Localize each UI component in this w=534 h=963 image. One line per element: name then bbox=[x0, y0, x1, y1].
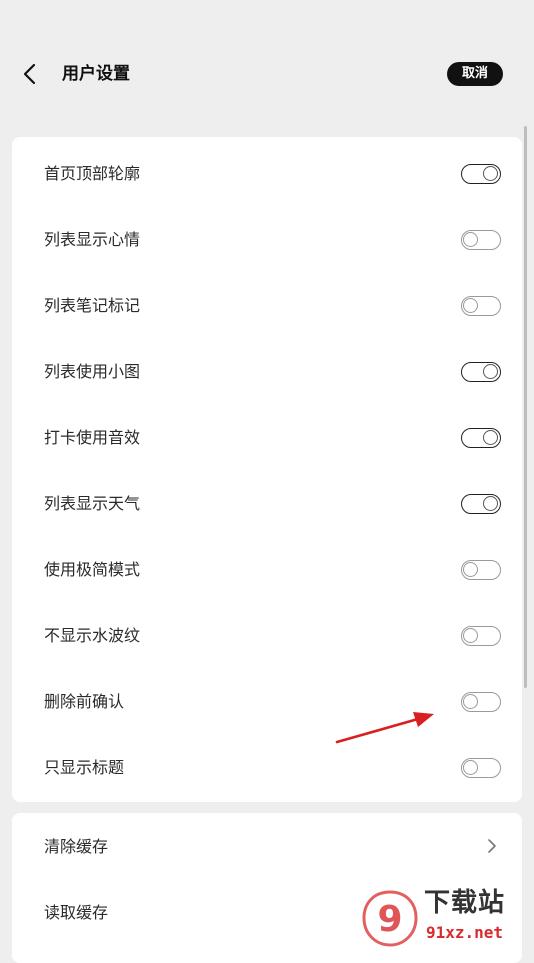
toggle-switch[interactable] bbox=[461, 758, 501, 778]
toggle-switch[interactable] bbox=[461, 428, 501, 448]
toggle-knob bbox=[463, 694, 478, 709]
toggle-knob bbox=[483, 496, 498, 511]
toggle-switch[interactable] bbox=[461, 296, 501, 316]
watermark-title: 下载站 bbox=[424, 888, 506, 918]
setting-row-list-show-mood[interactable]: 列表显示心情 bbox=[12, 207, 522, 273]
toggle-switch[interactable] bbox=[461, 494, 501, 514]
toggle-knob bbox=[483, 166, 498, 181]
toggle-knob bbox=[463, 298, 478, 313]
setting-row-checkin-sound[interactable]: 打卡使用音效 bbox=[12, 405, 522, 471]
setting-label: 只显示标题 bbox=[44, 758, 125, 777]
chevron-left-icon bbox=[23, 63, 36, 85]
toggle-switch[interactable] bbox=[461, 692, 501, 712]
toggle-switch[interactable] bbox=[461, 230, 501, 250]
setting-row-list-note-mark[interactable]: 列表笔记标记 bbox=[12, 273, 522, 339]
watermark-badge-text: 9 bbox=[377, 899, 402, 940]
cancel-button[interactable]: 取消 bbox=[447, 62, 503, 86]
chevron-right-icon bbox=[488, 839, 496, 853]
toggle-knob bbox=[463, 760, 478, 775]
toggle-knob bbox=[463, 562, 478, 577]
setting-label: 清除缓存 bbox=[44, 837, 109, 856]
setting-row-list-small-image[interactable]: 列表使用小图 bbox=[12, 339, 522, 405]
setting-row-list-show-weather[interactable]: 列表显示天气 bbox=[12, 471, 522, 537]
setting-row-minimal-mode[interactable]: 使用极简模式 bbox=[12, 537, 522, 603]
toggle-knob bbox=[483, 430, 498, 445]
toggle-knob bbox=[483, 364, 498, 379]
scrollbar[interactable] bbox=[524, 126, 527, 688]
setting-row-show-title-only[interactable]: 只显示标题 bbox=[12, 735, 522, 801]
setting-label: 打卡使用音效 bbox=[44, 428, 141, 447]
watermark: 9 下载站 91xz.net bbox=[360, 886, 534, 950]
setting-label: 列表显示心情 bbox=[44, 230, 141, 249]
setting-label: 删除前确认 bbox=[44, 692, 125, 711]
setting-label: 读取缓存 bbox=[44, 903, 109, 922]
setting-label: 列表显示天气 bbox=[44, 494, 141, 513]
toggle-knob bbox=[463, 628, 478, 643]
setting-label: 使用极简模式 bbox=[44, 560, 141, 579]
annotation-arrow bbox=[335, 712, 434, 744]
clear-cache-row[interactable]: 清除缓存 bbox=[12, 814, 522, 880]
page-title: 用户设置 bbox=[62, 64, 130, 84]
setting-row-homepage-top-outline[interactable]: 首页顶部轮廓 bbox=[12, 141, 522, 207]
setting-row-confirm-before-delete[interactable]: 删除前确认 bbox=[12, 669, 522, 735]
back-button[interactable] bbox=[14, 58, 46, 90]
watermark-logo-icon: 9 bbox=[362, 890, 418, 947]
toggle-switch[interactable] bbox=[461, 626, 501, 646]
setting-label: 列表笔记标记 bbox=[44, 296, 141, 315]
setting-label: 首页顶部轮廓 bbox=[44, 164, 141, 183]
settings-card: 首页顶部轮廓 列表显示心情 列表笔记标记 列表使用小图 打卡使用音效 列表显示天… bbox=[12, 137, 522, 802]
watermark-url: 91xz.net bbox=[426, 923, 504, 942]
toggle-switch[interactable] bbox=[461, 560, 501, 580]
setting-label: 列表使用小图 bbox=[44, 362, 141, 381]
toggle-switch[interactable] bbox=[461, 164, 501, 184]
setting-label: 不显示水波纹 bbox=[44, 626, 141, 645]
app-header: 用户设置 取消 bbox=[0, 0, 534, 130]
toggle-knob bbox=[463, 232, 478, 247]
setting-row-hide-ripple[interactable]: 不显示水波纹 bbox=[12, 603, 522, 669]
toggle-switch[interactable] bbox=[461, 362, 501, 382]
